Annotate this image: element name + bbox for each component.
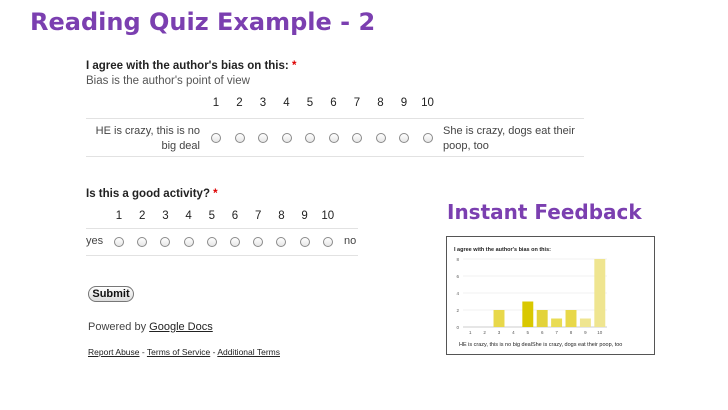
chart-y-tick-label: 2: [456, 308, 459, 313]
chart-x-label: HE is crazy, this is no big dealShe is c…: [459, 342, 622, 348]
question-2-title-text: Is this a good activity?: [86, 188, 210, 200]
question-2-scale-number: 10: [321, 210, 335, 222]
question-2-radio-option[interactable]: [276, 237, 287, 247]
question-1-help: Bias is the author's point of view: [86, 75, 250, 87]
chart-y-tick-label: 4: [456, 291, 459, 296]
question-1-radio-option[interactable]: [422, 133, 433, 143]
powered-by-prefix: Powered by: [88, 321, 150, 333]
google-docs-link[interactable]: Google Docs: [149, 321, 213, 333]
question-2-low-label: yes: [86, 235, 104, 247]
chart-bar: [579, 318, 591, 327]
chart-bar: [551, 318, 563, 327]
divider: [86, 228, 358, 229]
question-1-radio-option[interactable]: [352, 133, 362, 143]
question-1-radio-option[interactable]: [305, 133, 315, 143]
question-1-low-label: HE is crazy, this is no big deal: [95, 125, 200, 152]
question-1-scale-number: 3: [259, 97, 267, 109]
feedback-chart: I agree with the author's bias on this: …: [446, 236, 655, 355]
question-2-radio-option[interactable]: [114, 237, 124, 247]
chart-y-tick-label: 0: [456, 325, 459, 330]
slide-title: Reading Quiz Example - 2: [30, 8, 376, 36]
question-1-radio-option[interactable]: [258, 133, 268, 143]
question-1-scale-number: 2: [236, 97, 243, 109]
question-1-radio-option[interactable]: [281, 133, 292, 143]
instant-feedback-title: Instant Feedback: [447, 200, 642, 224]
question-2-scale-number: 1: [115, 210, 123, 222]
footer-links: Report Abuse - Terms of Service - Additi…: [88, 347, 280, 357]
question-1-radio-option[interactable]: [328, 133, 339, 143]
question-2-high-label: no: [344, 235, 357, 247]
question-1-scale-number: 5: [306, 97, 314, 109]
question-1-title-text: I agree with the author's bias on this:: [86, 60, 289, 72]
question-2-scale-number: 4: [185, 210, 192, 222]
chart-y-tick-label: 8: [456, 257, 459, 262]
question-2-scale-number: 2: [138, 210, 146, 222]
question-1-radio-option[interactable]: [399, 133, 409, 143]
chart-x-tick-label: 10: [597, 330, 603, 335]
chart-bar: [522, 301, 534, 327]
question-1-scale-number: 4: [283, 97, 290, 109]
question-2-radio-option[interactable]: [230, 237, 240, 247]
chart-y-tick-label: 6: [456, 274, 459, 279]
required-mark: *: [213, 188, 218, 200]
question-2-scale-number: 3: [162, 210, 169, 222]
divider: [86, 255, 358, 256]
question-2-radio-option[interactable]: [299, 237, 310, 247]
report-abuse-link[interactable]: Report Abuse: [88, 347, 140, 357]
footer-separator: -: [139, 347, 147, 357]
chart-x-tick-label: 7: [555, 330, 558, 335]
question-1-scale-number: 1: [212, 97, 220, 109]
question-1-high-label: She is crazy, dogs eat their poop, too: [443, 125, 575, 152]
question-1-scale-number: 8: [377, 97, 384, 109]
chart-x-tick-label: 1: [469, 330, 472, 335]
question-1-scale-number: 6: [330, 97, 337, 109]
chart-bar: [565, 310, 577, 327]
chart-x-tick-label: 6: [541, 330, 544, 335]
chart-bar: [493, 310, 505, 327]
chart-x-tick-label: 3: [498, 330, 501, 335]
question-1-scale-number: 9: [400, 97, 408, 109]
chart-x-tick-label: 2: [483, 330, 486, 335]
chart-x-tick-label: 5: [527, 330, 530, 335]
bar-chart: I agree with the author's bias on this: …: [454, 247, 622, 348]
question-2-radio-option[interactable]: [253, 237, 264, 247]
chart-title: I agree with the author's bias on this:: [454, 247, 551, 253]
question-2-scale-number: 7: [254, 210, 262, 222]
powered-by: Powered by Google Docs: [88, 321, 213, 333]
chart-x-tick-label: 4: [512, 330, 515, 335]
question-1-title: I agree with the author's bias on this: …: [86, 60, 296, 72]
chart-bar: [594, 259, 606, 327]
question-2-scale-number: 9: [301, 210, 308, 222]
chart-bar: [536, 310, 548, 327]
chart-x-tick-label: 9: [584, 330, 587, 335]
divider: [86, 118, 584, 119]
question-1-radio-option[interactable]: [234, 133, 245, 143]
question-1-scale-number: 7: [353, 97, 361, 109]
additional-terms-link[interactable]: Additional Terms: [217, 347, 280, 357]
question-2-scale-number: 5: [208, 210, 215, 222]
question-2-radio-option[interactable]: [322, 237, 333, 247]
question-1-scale-number: 10: [421, 97, 434, 109]
question-2-radio-option[interactable]: [137, 237, 148, 247]
question-2-radio-option[interactable]: [160, 237, 171, 247]
question-2-scale-number: 8: [278, 210, 285, 222]
terms-of-service-link[interactable]: Terms of Service: [147, 347, 210, 357]
question-2-radio-option[interactable]: [183, 237, 194, 247]
question-2-scale-number: 6: [231, 210, 239, 222]
submit-button[interactable]: Submit: [88, 286, 134, 302]
question-1-radio-option[interactable]: [375, 133, 386, 143]
question-1-radio-option[interactable]: [211, 133, 221, 143]
question-2-title: Is this a good activity? *: [86, 188, 218, 200]
chart-x-tick-label: 8: [570, 330, 573, 335]
divider: [86, 156, 584, 157]
question-2-radio-option[interactable]: [206, 237, 217, 247]
required-mark: *: [291, 60, 297, 72]
